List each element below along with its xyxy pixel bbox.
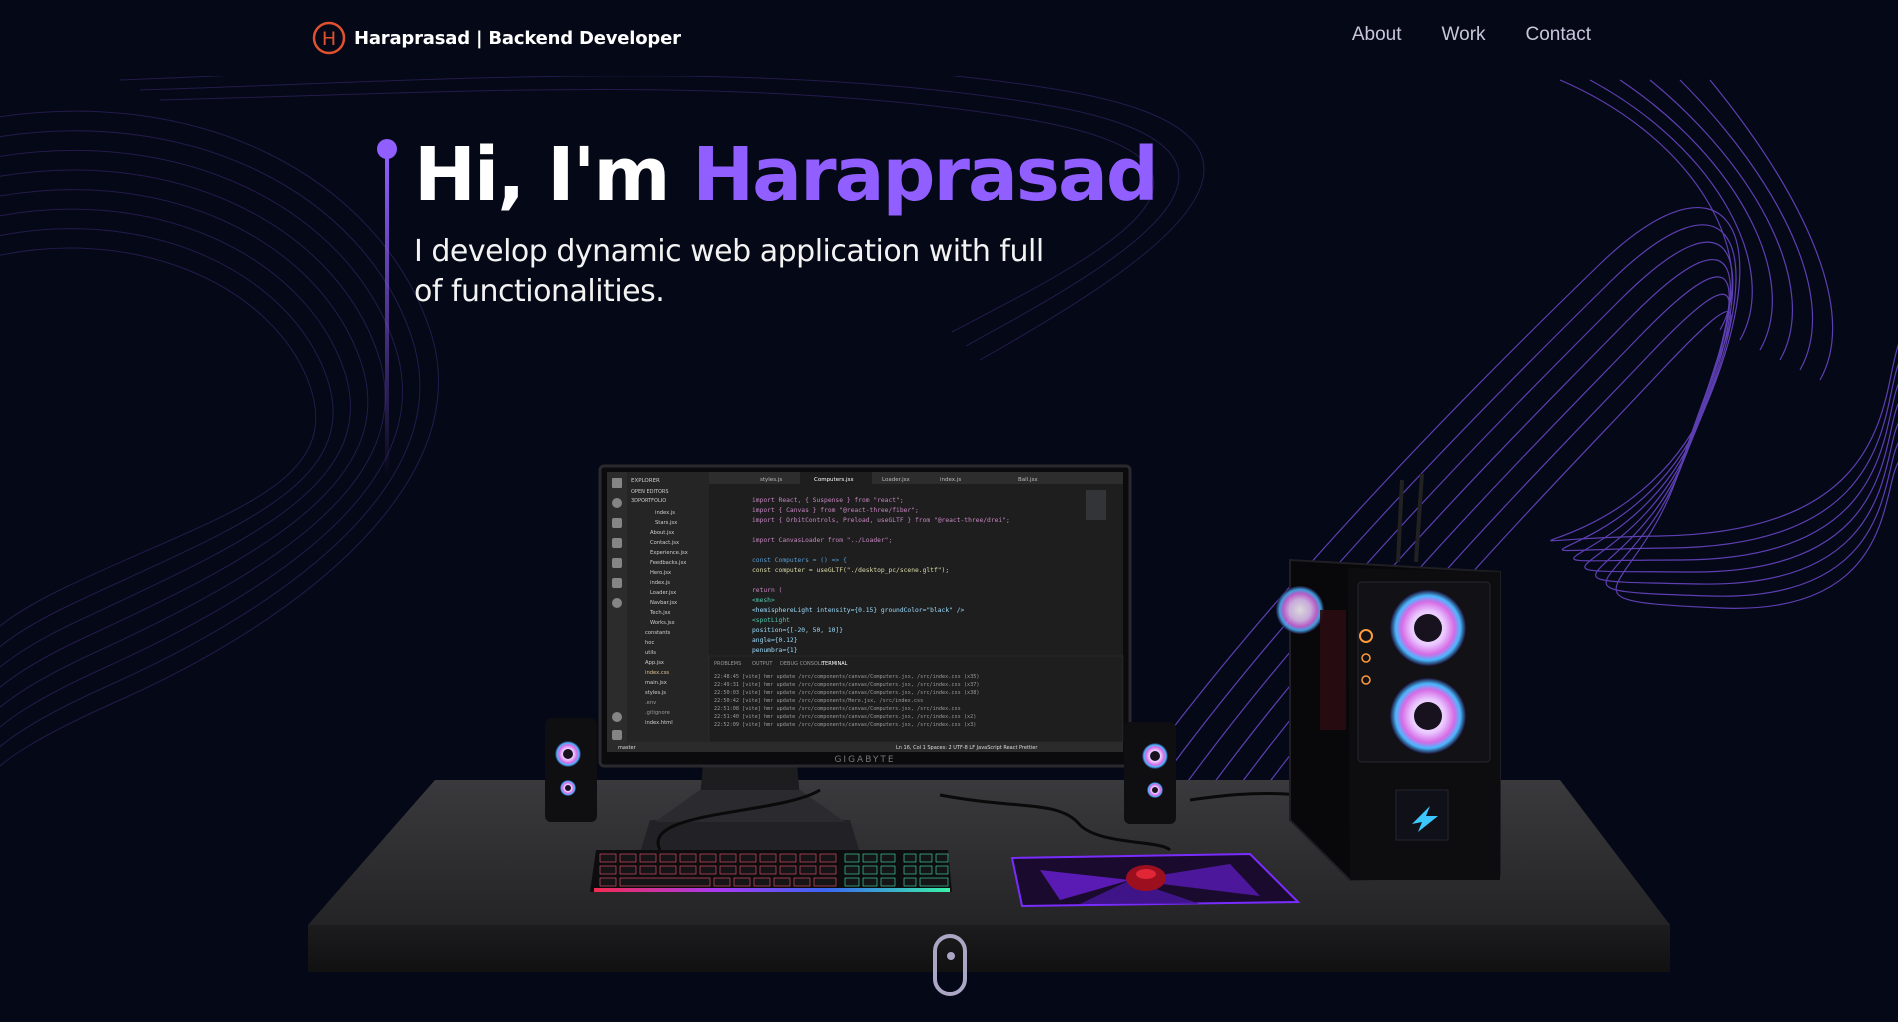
svg-text:return (: return ( (752, 587, 782, 594)
desktop-pc-3d-canvas[interactable]: GIGABYTE EXPLORER OPEN EDITORS 3DPORTFOL… (300, 460, 1680, 980)
svg-text:utils: utils (645, 650, 656, 656)
svg-text:styles.js: styles.js (645, 690, 666, 696)
svg-text:Computers.jsx: Computers.jsx (814, 477, 854, 483)
svg-text:Loader.jsx: Loader.jsx (882, 477, 910, 483)
svg-text:Contact.jsx: Contact.jsx (650, 540, 679, 546)
svg-text:<hemisphereLight intensity={0.: <hemisphereLight intensity={0.15} ground… (752, 607, 965, 614)
svg-text:penumbra={1}: penumbra={1} (752, 647, 798, 654)
svg-text:Works.jsx: Works.jsx (650, 620, 675, 626)
svg-text:<mesh>: <mesh> (752, 597, 775, 604)
svg-text:index.js: index.js (655, 510, 675, 516)
brand-role: | Backend Developer (475, 27, 681, 49)
svg-text:.gitignore: .gitignore (645, 710, 670, 716)
svg-text:styles.js: styles.js (760, 477, 782, 483)
svg-text:main.jsx: main.jsx (645, 680, 667, 686)
mousepad (1010, 852, 1301, 908)
svg-text:Navbar.jsx: Navbar.jsx (650, 600, 677, 606)
svg-text:App.jsx: App.jsx (645, 660, 664, 666)
svg-text:import { Canvas } from "@react: import { Canvas } from "@react-three/fib… (752, 507, 919, 514)
svg-text:OPEN EDITORS: OPEN EDITORS (631, 489, 669, 495)
desk-front (308, 925, 1670, 972)
svg-text:22:49:31 [vite] hmr update /sr: 22:49:31 [vite] hmr update /src/componen… (714, 682, 979, 688)
svg-text:import CanvasLoader from "../L: import CanvasLoader from "../Loader"; (752, 537, 892, 544)
svg-text:Loader.jsx: Loader.jsx (650, 590, 676, 596)
svg-text:const computer = useGLTF("./de: const computer = useGLTF("./desktop_pc/s… (752, 567, 949, 574)
svg-text:constants: constants (645, 630, 671, 636)
hero-timeline-indicator (377, 139, 397, 479)
svg-text:About.jsx: About.jsx (650, 530, 674, 536)
svg-text:position={[-20, 50, 10]}: position={[-20, 50, 10]} (752, 627, 843, 634)
svg-text:Stars.jsx: Stars.jsx (655, 520, 677, 526)
right-speaker (1124, 722, 1176, 824)
svg-text:import React, { Suspense } fro: import React, { Suspense } from "react"; (752, 497, 904, 504)
panel-tabs: PROBLEMS OUTPUT DEBUG CONSOLE TERMINAL (714, 661, 848, 667)
indicator-dot (377, 139, 397, 159)
nav-link-contact[interactable]: Contact (1526, 24, 1591, 46)
svg-text:hoc: hoc (645, 640, 654, 646)
svg-text:EXPLORER: EXPLORER (631, 478, 660, 484)
indicator-line (385, 157, 389, 479)
svg-text:22:51:08 [vite] hmr update /sr: 22:51:08 [vite] hmr update /src/componen… (714, 706, 961, 712)
monitor: GIGABYTE EXPLORER OPEN EDITORS 3DPORTFOL… (598, 464, 1132, 768)
svg-text:22:50:42 [vite] hmr update /sr: 22:50:42 [vite] hmr update /src/componen… (714, 698, 923, 704)
svg-text:Tech.jsx: Tech.jsx (649, 610, 670, 616)
navbar: H Haraprasad | Backend Developer About W… (0, 0, 1898, 76)
svg-text:index.html: index.html (645, 720, 673, 726)
nav-link-about[interactable]: About (1352, 24, 1402, 46)
svg-text:22:51:40 [vite] hmr update /sr: 22:51:40 [vite] hmr update /src/componen… (714, 714, 976, 720)
nav-link-work[interactable]: Work (1442, 24, 1486, 46)
svg-text:H: H (322, 28, 336, 50)
hero-greeting: Hi, I'm (414, 132, 693, 218)
left-speaker (545, 718, 597, 822)
svg-text:master: master (618, 745, 637, 751)
svg-text:22:48:45 [vite] hmr update /sr: 22:48:45 [vite] hmr update /src/componen… (714, 674, 979, 680)
svg-text:<spotLight: <spotLight (752, 617, 790, 624)
svg-text:OUTPUT: OUTPUT (752, 661, 773, 667)
hero-name: Haraprasad (692, 132, 1159, 218)
svg-text:.env: .env (645, 700, 656, 706)
svg-text:Hero.jsx: Hero.jsx (650, 570, 671, 576)
scroll-down-button[interactable] (933, 934, 967, 996)
nav-links: About Work Contact (1352, 24, 1591, 46)
hero-subtitle: I develop dynamic web application with f… (414, 234, 1044, 309)
brand-link[interactable]: H Haraprasad | Backend Developer (312, 18, 681, 58)
hero-title: Hi, I'm Haraprasad (414, 130, 1159, 220)
svg-text:index.js: index.js (650, 580, 670, 586)
svg-text:3DPORTFOLIO: 3DPORTFOLIO (631, 498, 666, 504)
svg-text:Ln 16, Col 1 Spaces: 2 UTF: Ln 16, Col 1 Spaces: 2 UTF-8 LF JavaScri… (896, 745, 1038, 751)
svg-text:Feedbacks.jsx: Feedbacks.jsx (650, 560, 686, 566)
keyboard (590, 850, 952, 892)
svg-text:TERMINAL: TERMINAL (821, 661, 848, 667)
svg-text:index.js: index.js (940, 477, 961, 483)
h-circle-logo-icon: H (312, 21, 346, 55)
svg-text:const Computers = () => {: const Computers = () => { (752, 557, 847, 564)
svg-text:PROBLEMS: PROBLEMS (714, 661, 741, 667)
svg-text:Experience.jsx: Experience.jsx (650, 550, 688, 556)
svg-text:Ball.jsx: Ball.jsx (1018, 477, 1038, 483)
svg-text:angle={0.12}: angle={0.12} (752, 637, 798, 644)
svg-text:index.css: index.css (645, 670, 669, 676)
monitor-brand: GIGABYTE (834, 755, 895, 765)
svg-text:import { OrbitControls, Preloa: import { OrbitControls, Preload, useGLTF… (752, 517, 1010, 524)
pc-tower (1276, 473, 1501, 882)
mouse-scroll-icon (947, 952, 955, 960)
svg-text:22:50:03 [vite] hmr update /sr: 22:50:03 [vite] hmr update /src/componen… (714, 690, 979, 696)
svg-text:DEBUG CONSOLE: DEBUG CONSOLE (780, 661, 824, 667)
svg-text:22:52:09 [vite] hmr update /sr: 22:52:09 [vite] hmr update /src/componen… (714, 722, 976, 728)
brand-name: Haraprasad (354, 27, 470, 49)
brand-title: Haraprasad | Backend Developer (354, 28, 681, 49)
